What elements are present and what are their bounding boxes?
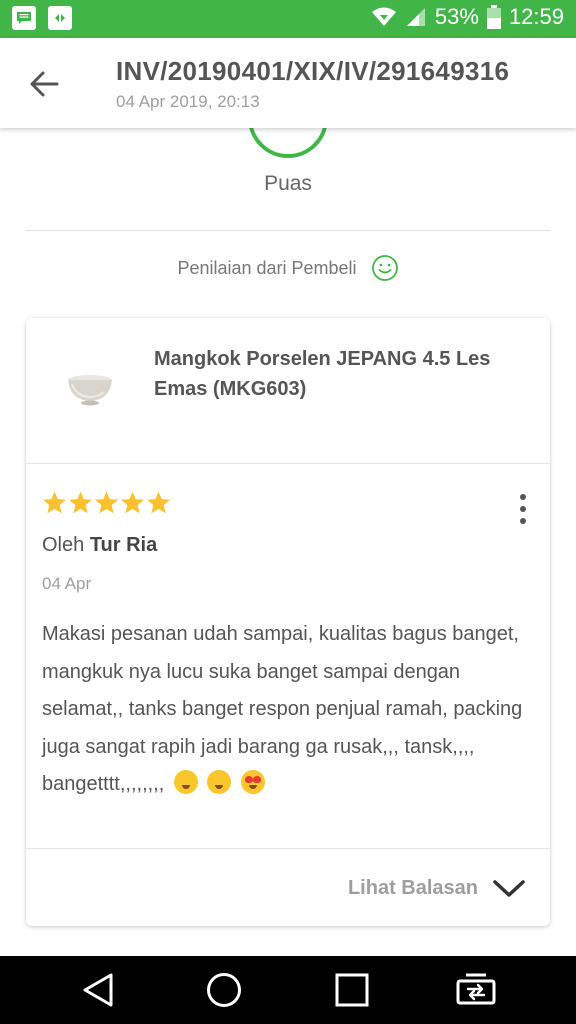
signal-icon (406, 8, 425, 26)
nav-back-button[interactable] (78, 970, 118, 1010)
message-icon (12, 6, 36, 30)
battery-icon (486, 5, 501, 29)
product-row[interactable]: Mangkok Porselen JEPANG 4.5 Les Emas (MK… (26, 318, 550, 464)
triangle-back-icon (83, 973, 113, 1007)
review-author: Oleh Tur Ria (42, 534, 157, 557)
nav-switch-button[interactable] (456, 970, 496, 1010)
replies-row[interactable]: Lihat Balasan (26, 848, 550, 926)
review-card: Mangkok Porselen JEPANG 4.5 Les Emas (MK… (26, 318, 550, 926)
heart-eyes-emoji-icon (240, 770, 265, 794)
system-nav-bar (0, 956, 576, 1024)
star-icon (147, 491, 170, 514)
dot-icon (520, 506, 526, 512)
author-prefix: Oleh (42, 534, 85, 556)
square-recents-icon (335, 973, 369, 1007)
dot-icon (520, 518, 526, 524)
star-icon (121, 491, 144, 514)
invoice-date: 04 Apr 2019, 20:13 (116, 92, 260, 111)
smile-icon (248, 128, 328, 158)
product-image (68, 375, 112, 406)
invoice-number: INV/20190401/XIX/IV/291649316 (116, 56, 510, 86)
review-body: Oleh Tur Ria 04 Apr Makasi pesanan udah … (26, 464, 550, 848)
wifi-icon (371, 7, 396, 26)
review-content[interactable]: Puas Penilaian dari Pembeli Mangkok Pors… (0, 128, 576, 956)
chevron-down-icon[interactable] (492, 879, 526, 899)
screen-switch-icon (456, 973, 496, 1005)
clock: 12:59 (508, 4, 564, 29)
dot-icon (520, 494, 526, 500)
star-icon (69, 491, 92, 514)
review-text: Makasi pesanan udah sampai, kualitas bag… (42, 623, 523, 795)
kiss-emoji-icon (173, 770, 198, 794)
back-button[interactable] (24, 64, 64, 104)
battery-percent: 53% (434, 4, 479, 29)
kiss-emoji-icon (207, 770, 232, 794)
app-icon (48, 6, 72, 30)
star-icon (43, 491, 66, 514)
rating-label: Puas (264, 172, 312, 195)
review-date: 04 Apr (42, 574, 92, 593)
circle-home-icon (207, 973, 241, 1007)
app-bar: INV/20190401/XIX/IV/291649316 04 Apr 201… (0, 38, 576, 128)
more-options-button[interactable] (518, 494, 528, 524)
status-bar: 53% 12:59 (0, 0, 576, 38)
buyer-rating-row: Penilaian dari Pembeli (0, 254, 576, 282)
star-icon (95, 491, 118, 514)
divider (26, 230, 550, 231)
arrow-left-icon (30, 71, 59, 97)
nav-home-button[interactable] (204, 970, 244, 1010)
see-replies-button[interactable]: Lihat Balasan (348, 877, 478, 900)
product-name: Mangkok Porselen JEPANG 4.5 Les Emas (MK… (154, 348, 491, 400)
star-rating (42, 490, 171, 515)
buyer-rating-label: Penilaian dari Pembeli (177, 257, 357, 278)
smile-icon (371, 255, 398, 281)
author-name: Tur Ria (89, 534, 158, 556)
review-text-block: Makasi pesanan udah sampai, kualitas bag… (42, 616, 532, 804)
nav-recents-button[interactable] (332, 970, 372, 1010)
